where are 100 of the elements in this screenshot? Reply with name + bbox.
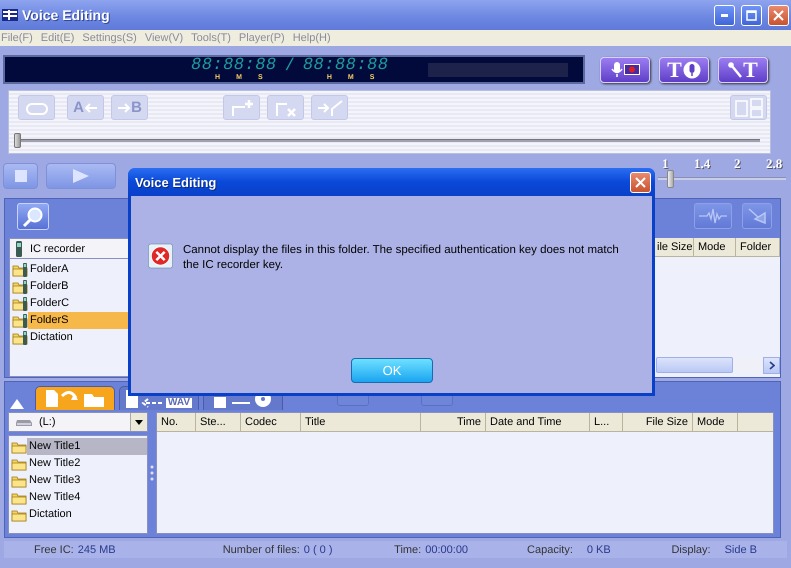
speed-tick-label: 1.4	[694, 156, 710, 172]
speed-tick-label: 2	[734, 156, 740, 172]
status-value: 0 KB	[586, 544, 611, 556]
voice-tool-button[interactable]: T	[718, 56, 768, 82]
column-header[interactable]: Mode	[693, 413, 738, 431]
close-icon	[635, 176, 646, 188]
folder-icon	[12, 262, 28, 278]
divide-icon	[734, 98, 762, 118]
letter-glyph: A	[73, 99, 84, 116]
speed-tick-label: 2.8	[766, 156, 782, 172]
maximize-icon	[746, 10, 757, 20]
horizontal-scrollbar[interactable]	[656, 357, 780, 373]
microphone-icon	[728, 62, 742, 78]
time-readout: 88:88:88	[191, 58, 277, 74]
folder-item[interactable]: FolderS	[28, 312, 128, 329]
search-button[interactable]	[17, 203, 49, 230]
folder-item[interactable]: FolderC	[28, 295, 128, 312]
file-icon	[214, 397, 226, 408]
left-arrow-icon	[84, 102, 98, 112]
move-mark-icon	[316, 98, 342, 116]
device-field[interactable]: IC recorder	[9, 238, 129, 259]
close-button[interactable]	[630, 172, 651, 192]
close-button[interactable]	[768, 4, 789, 26]
waveform-button[interactable]	[694, 203, 732, 229]
status-label: Display:	[671, 544, 711, 556]
folder-item[interactable]: Dictation	[28, 329, 128, 346]
search-icon	[22, 206, 44, 228]
scrollbar-thumb[interactable]	[656, 357, 733, 373]
status-label: Number of files:	[222, 544, 300, 556]
error-message: Cannot display the files in this folder. The specified authentication key does not match the IC recorder key.	[182, 243, 620, 273]
status-label: Free IC:	[34, 544, 74, 556]
folder-item[interactable]: New Title4	[27, 489, 147, 506]
minimize-button[interactable]	[714, 4, 735, 26]
minimize-icon	[721, 14, 728, 16]
time-readout: 88:88:88	[302, 58, 388, 74]
close-icon	[773, 10, 784, 20]
status-value: 0 ( 0 )	[304, 544, 332, 556]
drive-dropdown[interactable]: (L:)	[8, 412, 148, 432]
slider-thumb[interactable]	[14, 133, 21, 148]
pane-tab[interactable]	[35, 386, 115, 410]
column-header[interactable]: Title	[301, 413, 421, 431]
folder-item[interactable]: New Title1	[27, 438, 147, 455]
column-header[interactable]: Ste...	[196, 413, 241, 431]
column-header[interactable]: Date and Time	[486, 413, 590, 431]
folder-item[interactable]: New Title3	[27, 472, 147, 489]
drive-name: (L:)	[39, 416, 56, 428]
error-icon	[148, 241, 173, 271]
recorder-icon	[16, 240, 22, 256]
folder-icon	[12, 278, 28, 294]
time-separator: /	[284, 57, 295, 76]
play-button[interactable]	[46, 163, 116, 189]
letter-glyph: T	[743, 56, 758, 82]
folder-item[interactable]: FolderA	[28, 261, 128, 278]
drive-icon	[15, 417, 33, 427]
dropdown-arrow-icon	[135, 420, 143, 424]
scroll-right-button[interactable]	[763, 356, 780, 374]
column-header[interactable]: File Size	[623, 413, 693, 431]
letter-glyph: B	[131, 99, 142, 116]
column-header[interactable]: No.	[157, 413, 196, 431]
app-icon	[2, 8, 18, 22]
position-slider[interactable]	[15, 133, 760, 148]
waveform-icon	[699, 208, 727, 224]
play-icon	[73, 169, 89, 183]
window-title: Voice Editing	[22, 7, 111, 23]
device-name: IC recorder	[30, 242, 86, 254]
folder-item[interactable]: FolderB	[28, 278, 128, 295]
column-header[interactable]: Mode	[694, 238, 736, 256]
microphone-icon	[610, 61, 622, 78]
column-header[interactable]: Codec	[241, 413, 301, 431]
collapse-icon	[9, 398, 25, 410]
slider-thumb[interactable]	[666, 170, 674, 188]
record-icon	[624, 64, 640, 75]
folder-item[interactable]: New Title2	[27, 455, 147, 472]
folder-icon	[12, 312, 28, 328]
voice-tool-button[interactable]: T	[659, 56, 709, 82]
status-label: Capacity:	[527, 544, 573, 556]
folder-item[interactable]: Dictation	[27, 506, 147, 523]
status-value: 245 MB	[78, 544, 116, 556]
voice-tool-button[interactable]	[600, 56, 650, 82]
right-arrow-icon	[117, 102, 132, 112]
repeat-icon	[26, 100, 48, 114]
add-mark-icon	[230, 98, 254, 116]
letter-glyph: T	[667, 56, 682, 82]
noise-cut-button[interactable]	[742, 203, 772, 229]
maximize-button[interactable]	[741, 4, 762, 26]
stop-icon	[14, 170, 26, 182]
stop-button[interactable]	[3, 163, 38, 189]
column-header[interactable]: L...	[590, 413, 623, 431]
left-arrow-icon	[140, 398, 163, 408]
status-label: Time:	[394, 544, 422, 556]
folder-icon	[12, 330, 28, 346]
status-value: 00:00:00	[425, 544, 468, 556]
status-value: Side B	[724, 544, 757, 556]
speed-tick-label: 1	[662, 156, 668, 172]
column-header[interactable]: Folder	[736, 238, 780, 256]
folder-icon	[12, 296, 28, 312]
column-header[interactable]: Time	[421, 413, 486, 431]
splitter-grip[interactable]	[150, 464, 154, 482]
dialog-title: Voice Editing	[135, 174, 218, 190]
format-label: WAV	[166, 398, 192, 408]
